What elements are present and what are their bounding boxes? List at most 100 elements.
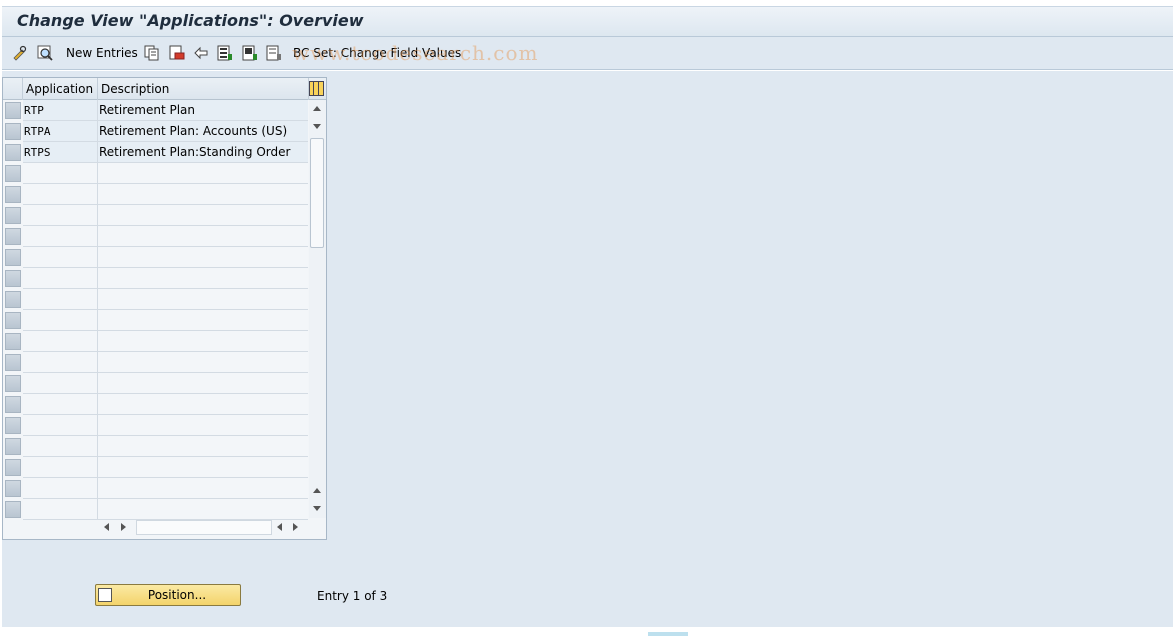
row-selector[interactable] [5, 291, 21, 308]
row-selector[interactable] [5, 123, 21, 140]
cell-application[interactable] [23, 352, 98, 373]
horizontal-scrollbar-left[interactable] [101, 520, 133, 535]
cell-description[interactable] [98, 268, 308, 289]
cell-application[interactable] [23, 184, 98, 205]
cell-description[interactable] [98, 436, 308, 457]
cell-application[interactable] [23, 499, 98, 520]
select-all-icon[interactable] [217, 45, 233, 61]
scroll-up-icon[interactable] [313, 106, 321, 111]
scroll-down-icon[interactable] [313, 506, 321, 511]
table-row[interactable] [3, 478, 308, 499]
row-selector[interactable] [5, 333, 21, 350]
row-selector[interactable] [5, 396, 21, 413]
scroll-thumb[interactable] [310, 138, 324, 248]
select-block-icon[interactable] [242, 45, 258, 61]
table-row[interactable] [3, 331, 308, 352]
scroll-right-icon[interactable] [293, 523, 298, 531]
cell-application[interactable] [23, 289, 98, 310]
cell-application[interactable] [23, 457, 98, 478]
scroll-page-down-icon[interactable] [313, 124, 321, 129]
copy-icon[interactable] [144, 45, 160, 61]
cell-description[interactable] [98, 352, 308, 373]
table-row[interactable]: RTPS Retirement Plan:Standing Order [3, 142, 308, 163]
display-change-icon[interactable] [12, 45, 28, 61]
deselect-all-icon[interactable] [266, 45, 282, 61]
table-row[interactable] [3, 499, 308, 520]
cell-description[interactable] [98, 415, 308, 436]
cell-description[interactable] [98, 331, 308, 352]
horizontal-scrollbar-right[interactable] [273, 520, 308, 535]
row-selector[interactable] [5, 144, 21, 161]
table-row[interactable] [3, 247, 308, 268]
cell-application[interactable]: RTPS [23, 142, 98, 163]
row-selector[interactable] [5, 459, 21, 476]
row-selector[interactable] [5, 438, 21, 455]
table-row[interactable] [3, 415, 308, 436]
cell-application[interactable] [23, 436, 98, 457]
cell-description[interactable] [98, 289, 308, 310]
table-row[interactable]: RTP Retirement Plan [3, 100, 308, 121]
scroll-left-icon[interactable] [104, 523, 109, 531]
row-selector[interactable] [5, 480, 21, 497]
cell-description[interactable]: Retirement Plan:Standing Order [98, 142, 308, 163]
row-selector[interactable] [5, 228, 21, 245]
undo-icon[interactable] [193, 45, 209, 61]
row-selector[interactable] [5, 417, 21, 434]
table-settings-icon[interactable] [309, 81, 324, 96]
row-selector[interactable] [5, 375, 21, 392]
cell-application[interactable] [23, 310, 98, 331]
cell-description[interactable] [98, 163, 308, 184]
cell-application[interactable] [23, 205, 98, 226]
cell-description[interactable] [98, 478, 308, 499]
cell-application[interactable] [23, 163, 98, 184]
table-row[interactable] [3, 163, 308, 184]
select-all-rows-cell[interactable] [3, 78, 23, 100]
table-row[interactable] [3, 457, 308, 478]
cell-application[interactable]: RTP [23, 100, 98, 121]
details-icon[interactable] [37, 45, 53, 61]
table-row[interactable] [3, 184, 308, 205]
cell-application[interactable] [23, 331, 98, 352]
table-row[interactable] [3, 373, 308, 394]
cell-application[interactable] [23, 373, 98, 394]
cell-application[interactable] [23, 247, 98, 268]
row-selector[interactable] [5, 165, 21, 182]
scroll-right-icon[interactable] [121, 523, 126, 531]
cell-description[interactable] [98, 226, 308, 247]
cell-description[interactable] [98, 184, 308, 205]
table-row[interactable] [3, 226, 308, 247]
row-selector[interactable] [5, 102, 21, 119]
position-button[interactable]: Position... [95, 584, 241, 606]
cell-application[interactable] [23, 268, 98, 289]
scroll-page-up-icon[interactable] [313, 488, 321, 493]
column-header-description[interactable]: Description [98, 78, 309, 100]
row-selector[interactable] [5, 249, 21, 266]
cell-application[interactable] [23, 478, 98, 499]
cell-description[interactable] [98, 457, 308, 478]
cell-description[interactable] [98, 310, 308, 331]
table-row[interactable] [3, 289, 308, 310]
row-selector[interactable] [5, 270, 21, 287]
table-row[interactable] [3, 205, 308, 226]
horizontal-scroll-track[interactable] [136, 520, 272, 535]
delete-icon[interactable] [169, 45, 185, 61]
row-selector[interactable] [5, 501, 21, 518]
cell-application[interactable] [23, 415, 98, 436]
row-selector[interactable] [5, 186, 21, 203]
cell-description[interactable]: Retirement Plan [98, 100, 308, 121]
table-row[interactable] [3, 310, 308, 331]
cell-application[interactable] [23, 226, 98, 247]
scroll-left-icon[interactable] [277, 523, 282, 531]
cell-description[interactable] [98, 247, 308, 268]
row-selector[interactable] [5, 312, 21, 329]
row-selector[interactable] [5, 207, 21, 224]
cell-description[interactable] [98, 499, 308, 520]
cell-application[interactable]: RTPA [23, 121, 98, 142]
cell-description[interactable]: Retirement Plan: Accounts (US) [98, 121, 308, 142]
cell-description[interactable] [98, 205, 308, 226]
table-row[interactable] [3, 268, 308, 289]
row-selector[interactable] [5, 354, 21, 371]
cell-application[interactable] [23, 394, 98, 415]
table-row[interactable] [3, 352, 308, 373]
table-row[interactable] [3, 394, 308, 415]
